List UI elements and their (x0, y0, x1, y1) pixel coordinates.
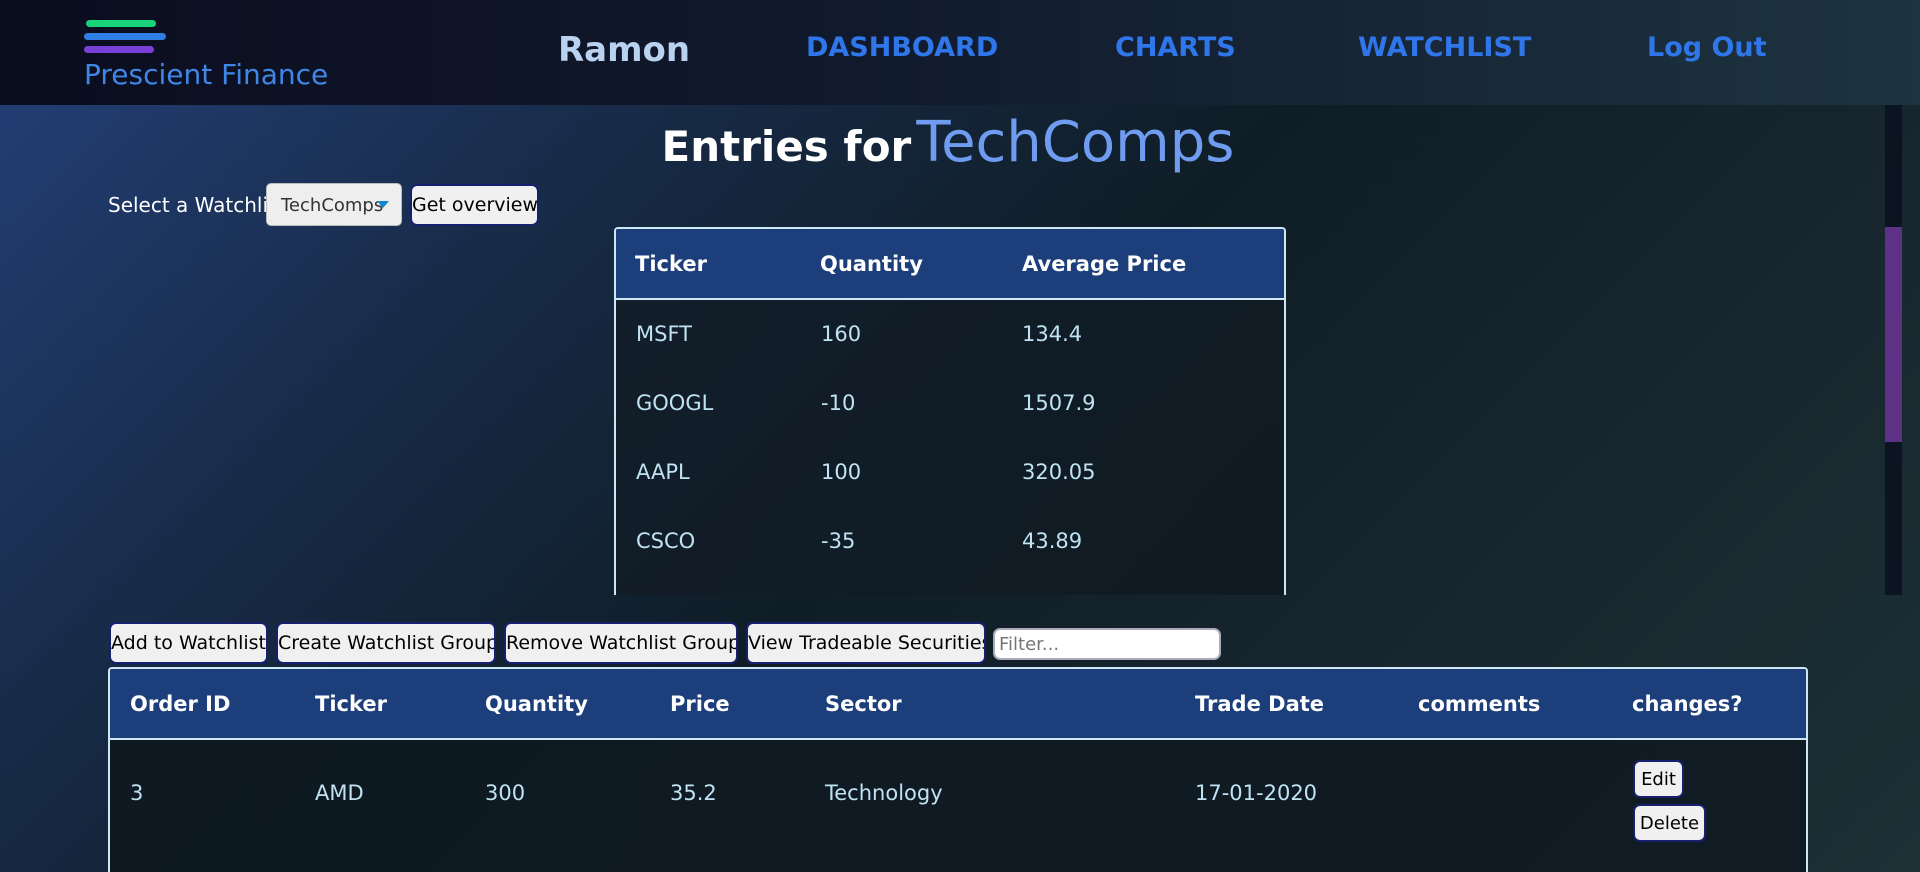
orders-col-quantity: Quantity (485, 692, 588, 716)
orders-cell-price: 35.2 (670, 781, 717, 805)
nav-link-charts[interactable]: CHARTS (1115, 32, 1236, 63)
holdings-row: AAPL 100 320.05 (616, 438, 1284, 507)
holdings-cell-average-price: 43.89 (1022, 529, 1083, 553)
get-overview-button[interactable]: Get overview (410, 184, 539, 226)
scrollbar-thumb[interactable] (1885, 227, 1902, 442)
nav-username: Ramon (558, 30, 691, 70)
holdings-row: MSFT 160 134.4 (616, 300, 1284, 369)
holdings-row: CSCO -35 43.89 (616, 507, 1284, 576)
holdings-col-average-price: Average Price (1022, 252, 1187, 276)
top-navbar: Prescient Finance Ramon DASHBOARD CHARTS… (0, 0, 1920, 105)
orders-col-changes: changes? (1632, 692, 1743, 716)
nav-link-logout[interactable]: Log Out (1647, 32, 1767, 63)
holdings-cell-quantity: -10 (821, 391, 856, 415)
holdings-row: GOOGL -10 1507.9 (616, 369, 1284, 438)
watchlist-select-label: Select a Watchlist (108, 193, 287, 217)
brand-logo[interactable]: Prescient Finance (84, 18, 344, 98)
orders-col-order-id: Order ID (130, 692, 231, 716)
orders-cell-sector: Technology (825, 781, 943, 805)
watchlist-select[interactable]: TechComps (266, 183, 402, 226)
holdings-cell-quantity: -35 (821, 529, 856, 553)
orders-col-sector: Sector (825, 692, 902, 716)
table-row: 3 AMD 300 35.2 Technology 17-01-2020 Edi… (110, 740, 1806, 870)
page-title: Entries for TechComps (0, 110, 1896, 175)
holdings-cell-quantity: 160 (821, 322, 862, 346)
orders-table: Order ID Ticker Quantity Price Sector Tr… (108, 667, 1808, 872)
delete-button[interactable]: Delete (1633, 804, 1706, 842)
page-title-prefix: Entries for (661, 122, 912, 171)
remove-watchlist-group-button[interactable]: Remove Watchlist Group (504, 622, 738, 664)
nav-link-dashboard[interactable]: DASHBOARD (806, 32, 998, 63)
holdings-cell-average-price: 134.4 (1022, 322, 1083, 346)
orders-cell-ticker: AMD (315, 781, 364, 805)
holdings-cell-quantity: 100 (821, 460, 862, 484)
add-to-watchlist-button[interactable]: Add to Watchlist (109, 622, 268, 664)
orders-cell-quantity: 300 (485, 781, 526, 805)
orders-col-comments: comments (1418, 692, 1541, 716)
brand-name: Prescient Finance (84, 58, 329, 91)
orders-col-ticker: Ticker (315, 692, 387, 716)
create-watchlist-group-button[interactable]: Create Watchlist Group (276, 622, 496, 664)
orders-col-trade-date: Trade Date (1195, 692, 1325, 716)
holdings-cell-average-price: 1507.9 (1022, 391, 1096, 415)
holdings-col-ticker: Ticker (635, 252, 707, 276)
filter-input[interactable] (993, 628, 1221, 660)
orders-cell-order-id: 3 (130, 781, 144, 805)
holdings-table: Ticker Quantity Average Price MSFT 160 1… (614, 227, 1286, 595)
watchlist-select-value: TechComps (281, 195, 384, 216)
holdings-cell-ticker: MSFT (636, 322, 692, 346)
edit-button[interactable]: Edit (1633, 760, 1684, 798)
holdings-cell-ticker: AAPL (636, 460, 690, 484)
holdings-cell-ticker: CSCO (636, 529, 696, 553)
view-tradeable-securities-button[interactable]: View Tradeable Securities (746, 622, 986, 664)
holdings-cell-ticker: GOOGL (636, 391, 714, 415)
holdings-table-header: Ticker Quantity Average Price (616, 229, 1284, 300)
holdings-cell-average-price: 320.05 (1022, 460, 1096, 484)
orders-table-header: Order ID Ticker Quantity Price Sector Tr… (110, 669, 1806, 740)
caret-down-icon (377, 201, 389, 208)
page-title-watchlist-name: TechComps (916, 110, 1235, 175)
orders-col-price: Price (670, 692, 730, 716)
orders-cell-trade-date: 17-01-2020 (1195, 781, 1318, 805)
nav-link-watchlist[interactable]: WATCHLIST (1358, 32, 1531, 63)
holdings-col-quantity: Quantity (820, 252, 923, 276)
